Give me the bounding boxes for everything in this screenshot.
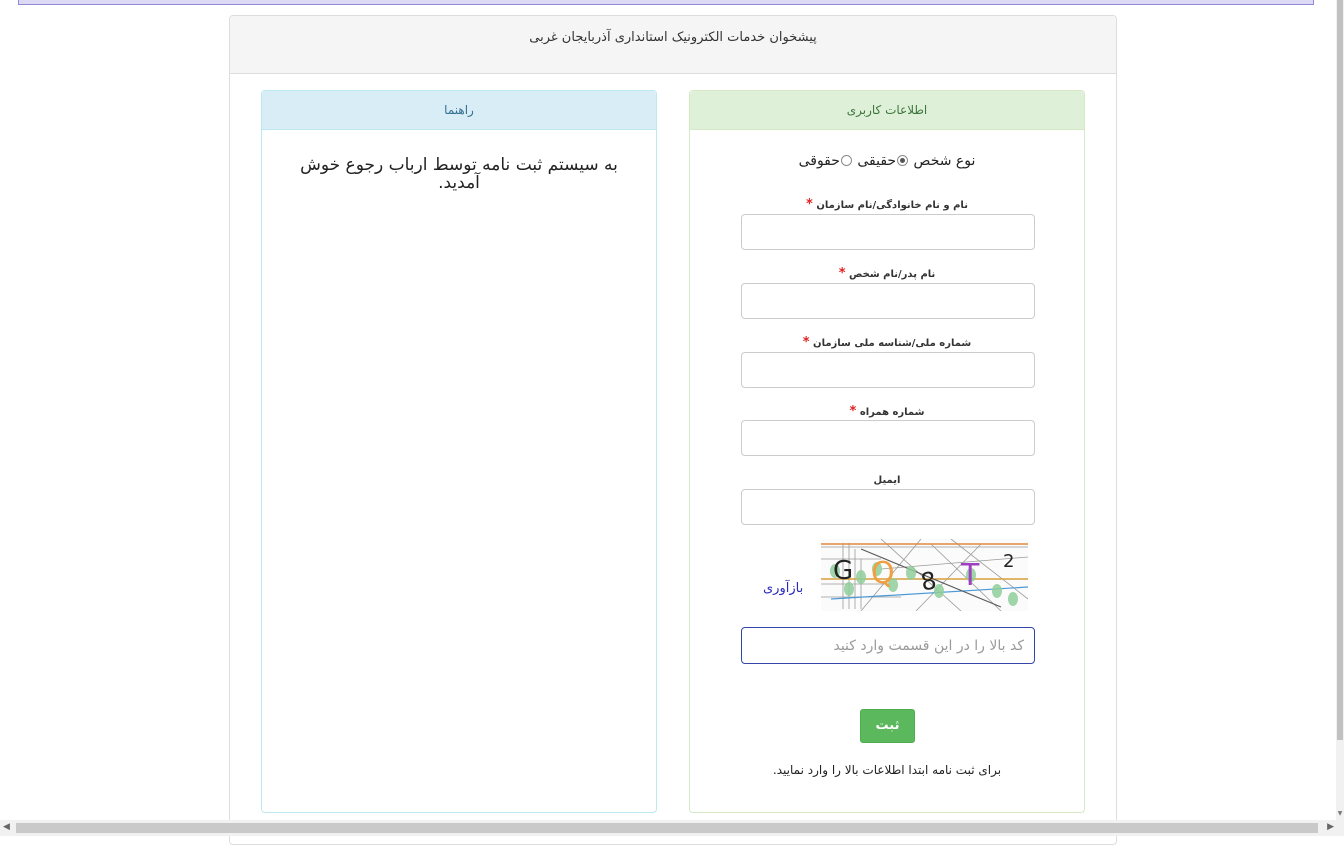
- svg-text:G: G: [833, 556, 853, 586]
- vertical-scrollbar[interactable]: ▼: [1336, 0, 1344, 820]
- scroll-right-arrow-icon[interactable]: ▶: [1327, 822, 1334, 832]
- submit-note: برای ثبت نامه ابتدا اطلاعات بالا را وارد…: [772, 763, 1002, 777]
- required-mark: *: [849, 404, 857, 419]
- welcome-message: به سیستم ثبت نامه توسط ارباب رجوع خوش آم…: [300, 155, 618, 193]
- email-input[interactable]: [741, 489, 1035, 525]
- national-id-label: شماره ملی/شناسه ملی سازمان *: [802, 335, 972, 350]
- radio-legal-person[interactable]: [840, 155, 852, 166]
- svg-text:Q: Q: [871, 556, 895, 591]
- page-title: پیشخوان خدمات الکترونیک استانداری آذربای…: [230, 16, 1116, 74]
- required-mark: *: [802, 335, 810, 350]
- svg-text:2: 2: [1003, 551, 1014, 572]
- captcha-graphic: G Q 8 T 2: [821, 539, 1028, 611]
- guide-panel-heading: راهنما: [262, 91, 656, 130]
- required-mark: *: [806, 197, 813, 212]
- scroll-down-arrow-icon[interactable]: ▼: [1336, 810, 1344, 818]
- horizontal-scroll-thumb[interactable]: [16, 823, 1318, 833]
- captcha-input[interactable]: [741, 627, 1035, 664]
- full-name-input[interactable]: [741, 214, 1035, 250]
- person-type-selector: نوع شخص حقیقی حقوقی: [690, 153, 1084, 169]
- top-banner-strip: [18, 0, 1314, 5]
- captcha-image: G Q 8 T 2: [821, 539, 1028, 611]
- guide-panel: راهنما به سیستم ثبت نامه توسط ارباب رجوع…: [261, 90, 657, 813]
- required-mark: *: [838, 266, 846, 281]
- full-name-label: نام و نام خانوادگی/نام سازمان *: [806, 197, 968, 212]
- submit-button[interactable]: ثبت: [860, 709, 915, 743]
- option-real-label[interactable]: حقیقی: [857, 153, 896, 169]
- svg-text:T: T: [960, 558, 980, 593]
- mobile-label: شماره همراه *: [849, 404, 925, 419]
- person-type-label: نوع شخص: [913, 153, 976, 169]
- mobile-input[interactable]: [741, 420, 1035, 456]
- radio-real-person[interactable]: [897, 155, 909, 166]
- scroll-left-arrow-icon[interactable]: ◀: [3, 822, 10, 832]
- user-info-panel: اطلاعات کاربری نوع شخص حقیقی حقوقی نام و…: [689, 90, 1085, 813]
- captcha-refresh-link[interactable]: بازآوری: [763, 581, 803, 596]
- option-legal-label[interactable]: حقوقی: [799, 153, 840, 169]
- email-label: ایمیل: [873, 475, 901, 486]
- national-id-input[interactable]: [741, 352, 1035, 388]
- horizontal-scrollbar[interactable]: ◀ ▶: [0, 820, 1344, 836]
- user-info-heading: اطلاعات کاربری: [690, 91, 1084, 130]
- father-name-input[interactable]: [741, 283, 1035, 319]
- vertical-scroll-thumb[interactable]: [1337, 0, 1343, 740]
- father-name-label: نام پدر/نام شخص *: [838, 266, 936, 281]
